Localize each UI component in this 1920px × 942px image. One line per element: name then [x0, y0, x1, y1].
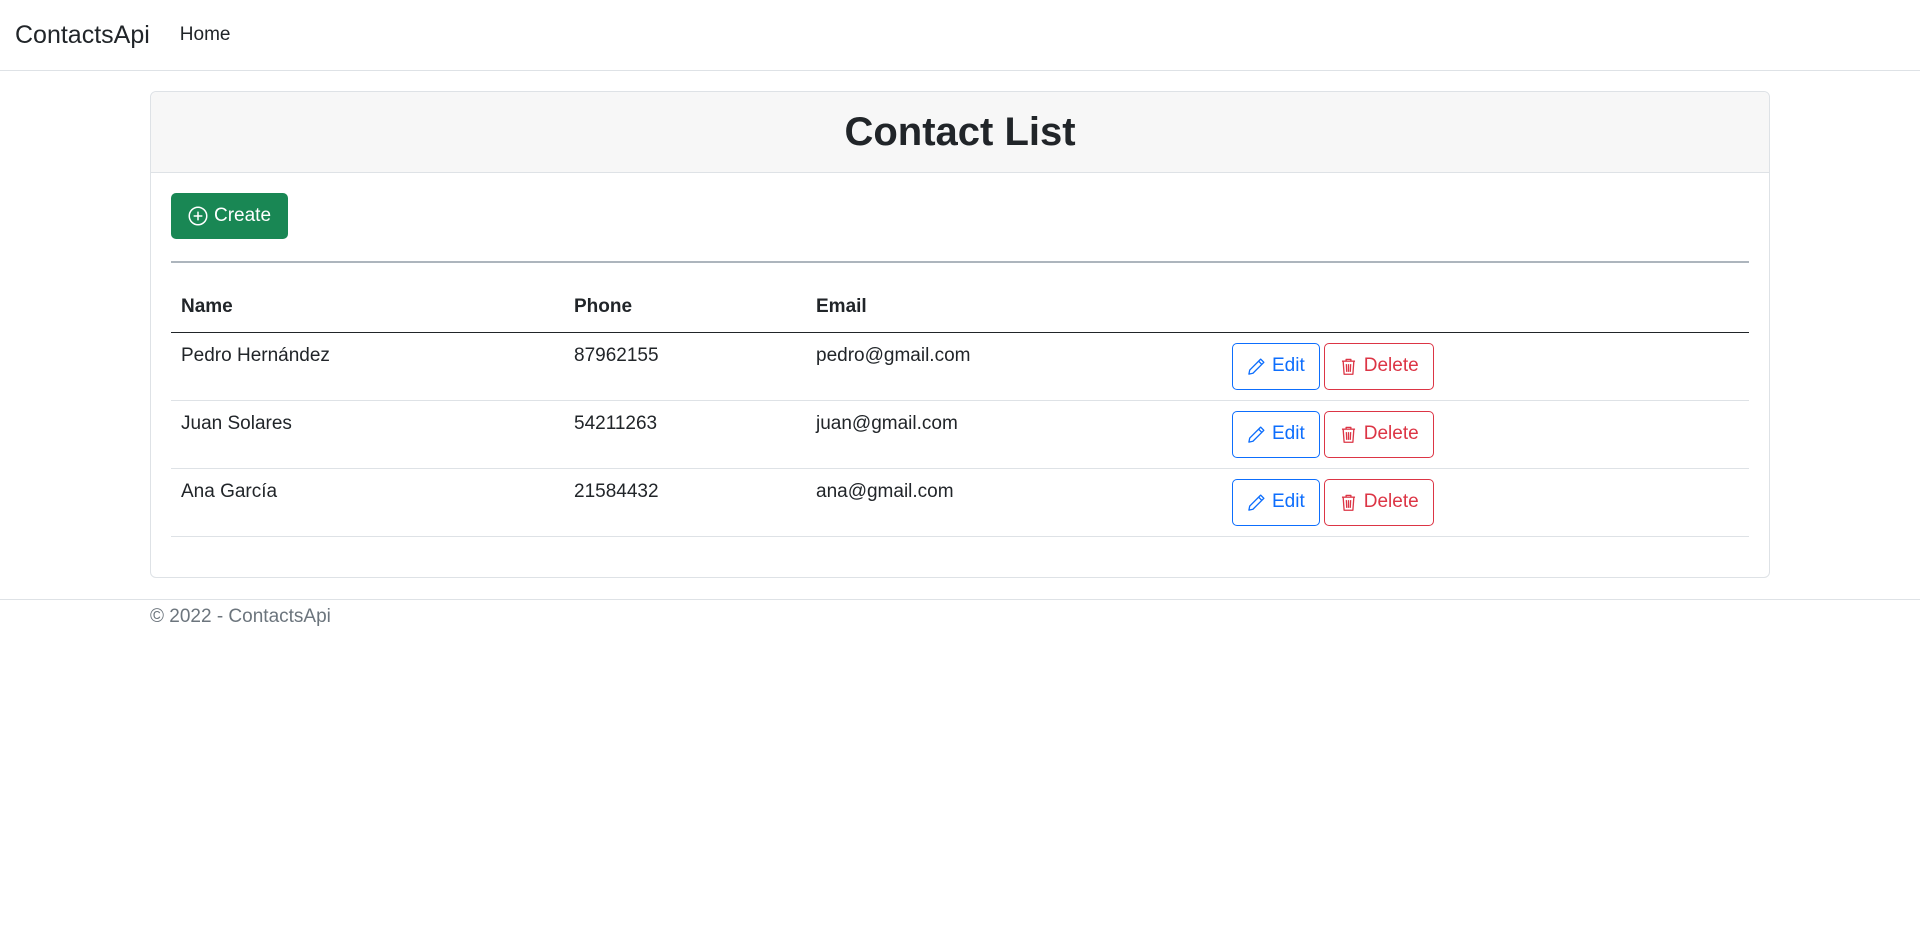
divider: [171, 261, 1749, 263]
plus-circle-icon: [188, 206, 208, 226]
column-header-name: Name: [171, 283, 564, 333]
pencil-icon: [1247, 357, 1266, 376]
contact-phone: 54211263: [564, 400, 806, 469]
contact-email: juan@gmail.com: [806, 400, 1222, 469]
trash-icon: [1339, 425, 1358, 444]
contact-name: Juan Solares: [171, 400, 564, 469]
delete-button[interactable]: Delete: [1323, 342, 1434, 390]
card-body: Create Name Phone Email Pedro Hernández …: [151, 173, 1769, 537]
table-row: Juan Solares 54211263 juan@gmail.com Edi: [171, 400, 1749, 469]
delete-button-label: Delete: [1363, 491, 1419, 512]
create-button[interactable]: Create: [171, 193, 289, 239]
edit-button[interactable]: Edit: [1232, 342, 1320, 390]
row-actions: Edit Delete: [1222, 400, 1749, 469]
navbar: ContactsApi Home: [0, 0, 1920, 71]
contacts-table: Name Phone Email Pedro Hernández 8796215…: [171, 283, 1749, 537]
trash-icon: [1339, 357, 1358, 376]
edit-button-label: Edit: [1272, 423, 1305, 444]
delete-button[interactable]: Delete: [1323, 410, 1434, 458]
create-button-label: Create: [214, 205, 272, 226]
table-row: Pedro Hernández 87962155 pedro@gmail.com: [171, 332, 1749, 401]
edit-button-label: Edit: [1272, 355, 1305, 376]
pencil-icon: [1247, 493, 1266, 512]
column-header-phone: Phone: [564, 283, 806, 333]
contact-phone: 87962155: [564, 332, 806, 401]
table-header-row: Name Phone Email: [171, 283, 1749, 333]
brand-link[interactable]: ContactsApi: [15, 21, 150, 50]
contact-name: Pedro Hernández: [171, 332, 564, 401]
card-header: Contact List: [151, 92, 1769, 173]
row-actions: Edit Delete: [1222, 468, 1749, 537]
delete-button-label: Delete: [1363, 355, 1419, 376]
delete-button-label: Delete: [1363, 423, 1419, 444]
pencil-icon: [1247, 425, 1266, 444]
page-title: Contact List: [844, 109, 1076, 154]
footer-copyright: © 2022 - ContactsApi: [150, 606, 331, 627]
contact-phone: 21584432: [564, 468, 806, 537]
contact-name: Ana García: [171, 468, 564, 537]
row-actions: Edit Delete: [1222, 332, 1749, 401]
column-header-email: Email: [806, 283, 1222, 333]
footer: © 2022 - ContactsApi: [0, 599, 1920, 628]
contact-list-card: Contact List Create Name Phone Email Ped…: [150, 91, 1770, 578]
contact-email: pedro@gmail.com: [806, 332, 1222, 401]
delete-button[interactable]: Delete: [1323, 478, 1434, 526]
edit-button-label: Edit: [1272, 491, 1305, 512]
column-header-actions: [1222, 283, 1749, 333]
edit-button[interactable]: Edit: [1232, 478, 1320, 526]
contact-email: ana@gmail.com: [806, 468, 1222, 537]
edit-button[interactable]: Edit: [1232, 410, 1320, 458]
table-row: Ana García 21584432 ana@gmail.com Edit D…: [171, 468, 1749, 537]
nav-link-home[interactable]: Home: [180, 24, 231, 46]
trash-icon: [1339, 493, 1358, 512]
